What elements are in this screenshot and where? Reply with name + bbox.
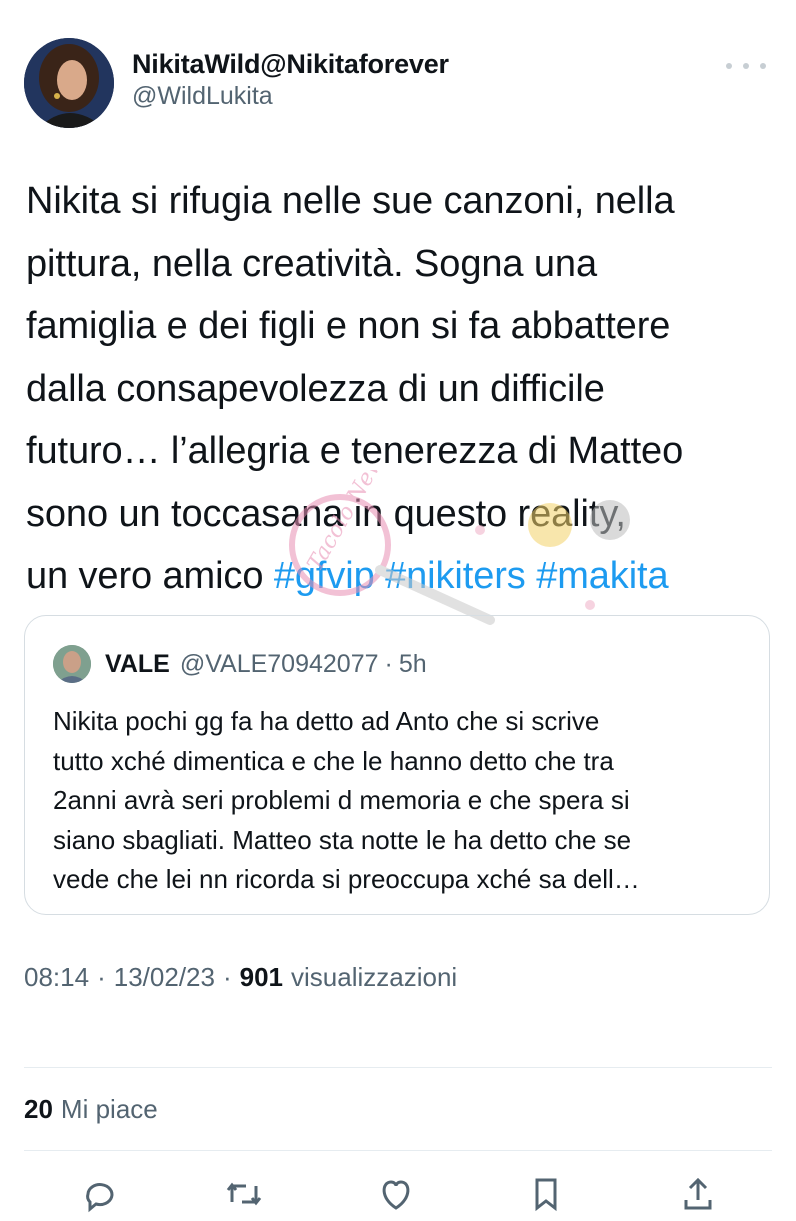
hashtag-nikiters[interactable]: #nikiters xyxy=(385,555,526,597)
avatar-image xyxy=(24,38,114,128)
likes-stat[interactable]: 20 Mi piace xyxy=(24,1094,158,1125)
meta-separator: · xyxy=(97,962,106,992)
author-avatar[interactable] xyxy=(24,38,114,128)
quoted-avatar xyxy=(53,645,91,683)
reply-icon[interactable] xyxy=(78,1172,122,1213)
tweet-line: famiglia e dei figli e non si fa abbatte… xyxy=(26,305,671,347)
quoted-text: Nikita pochi gg fa ha detto ad Anto che … xyxy=(53,702,753,900)
views-count: 901 xyxy=(239,962,284,992)
divider xyxy=(24,1067,772,1068)
meta-separator: · xyxy=(222,962,232,992)
quoted-line: tutto xché dimentica e che le hanno dett… xyxy=(53,745,614,776)
share-icon[interactable] xyxy=(676,1172,720,1212)
tweet-line: Nikita si rifugia nelle sue canzoni, nel… xyxy=(26,180,675,222)
hashtag-gfvip[interactable]: #gfvip xyxy=(274,555,375,597)
tweet-line: pittura, nella creatività. Sogna una xyxy=(26,242,597,285)
divider xyxy=(24,1150,772,1151)
tweet-line: sono un toccasana in questo reality, xyxy=(26,492,626,535)
quoted-display-name[interactable]: VALE xyxy=(105,650,170,679)
tweet-line-prefix: un vero amico xyxy=(26,555,274,597)
tweet-date[interactable]: 13/02/23 xyxy=(114,962,215,993)
action-bar xyxy=(24,1172,772,1213)
tweet-line-last: un vero amico #gfvip #nikiters #makita xyxy=(26,545,776,608)
quoted-handle: @VALE70942077 xyxy=(179,649,379,678)
quoted-tweet[interactable]: VALE @VALE70942077 · 5h Nikita pochi gg … xyxy=(24,615,770,915)
tweet-text: Nikita si rifugia nelle sue canzoni, nel… xyxy=(26,170,776,608)
quoted-time: 5h xyxy=(398,649,427,678)
views-label: visualizzazioni xyxy=(291,962,458,992)
tweet-meta: 08:14 · 13/02/23 · 901 visualizzazioni xyxy=(24,962,457,993)
quoted-line: siano sbagliati. Matteo sta notte le ha … xyxy=(53,824,632,855)
more-icon[interactable] xyxy=(726,54,766,78)
quoted-separator: · xyxy=(384,649,393,678)
like-icon[interactable] xyxy=(374,1172,418,1212)
author-display-name[interactable]: NikitaWild@Nikitaforever xyxy=(132,48,449,80)
tweet-line: futuro… l’allegria e tenerezza di Matteo xyxy=(26,430,684,472)
tweet-line: dalla consapevolezza di un difficile xyxy=(26,367,605,410)
likes-count: 20 xyxy=(24,1094,53,1124)
hashtag-makita[interactable]: #makita xyxy=(536,555,668,597)
tweet-header: NikitaWild@Nikitaforever @WildLukita xyxy=(24,38,772,128)
quoted-line: Nikita pochi gg fa ha detto ad Anto che … xyxy=(53,706,600,736)
quoted-line: vede che lei nn ricorda si preoccupa xch… xyxy=(53,864,640,894)
likes-label: Mi piace xyxy=(60,1094,158,1124)
tweet-time[interactable]: 08:14 xyxy=(24,962,89,993)
bookmark-icon[interactable] xyxy=(524,1172,568,1212)
author-handle[interactable]: @WildLukita xyxy=(132,80,449,112)
retweet-icon[interactable] xyxy=(222,1172,266,1212)
quoted-line: 2anni avrà seri problemi d memoria e che… xyxy=(53,785,630,815)
